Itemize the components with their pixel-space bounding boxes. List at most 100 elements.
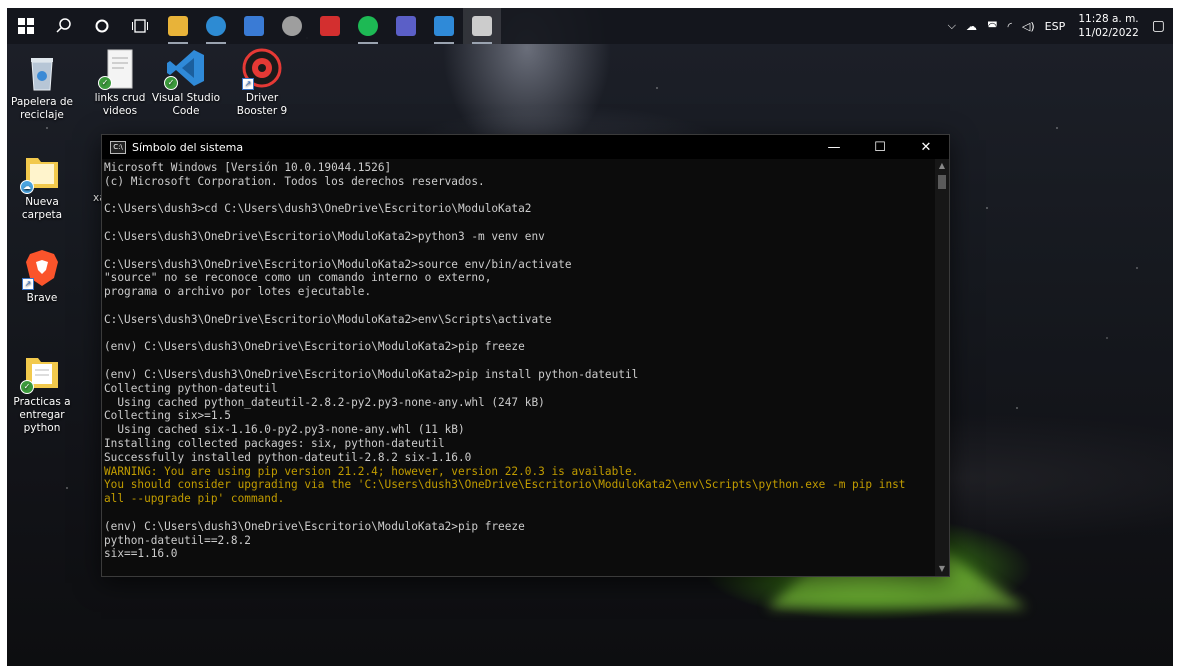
command-prompt-icon	[472, 16, 492, 36]
taskbar-app-button[interactable]	[463, 8, 501, 44]
desktop-icon-label: Driver Booster 9	[236, 92, 288, 117]
console-line: (env) C:\Users\dush3\OneDrive\Escritorio…	[104, 519, 525, 533]
window-title-bar[interactable]: C:\ Símbolo del sistema — ☐ ✕	[102, 135, 949, 159]
shortcut-arrow-icon: ↗	[22, 278, 34, 290]
cortana-button[interactable]	[83, 8, 121, 44]
maximize-icon: ☐	[874, 139, 886, 155]
minimize-icon: —	[827, 139, 841, 155]
taskbar-app-button[interactable]	[159, 8, 197, 44]
folder-icon: ✓	[20, 352, 62, 394]
desktop-icon-label: Practicas a entregar python	[13, 396, 71, 434]
teams-icon	[396, 16, 416, 36]
desktop-icon-driver-booster[interactable]: ↗ Driver Booster 9	[225, 48, 299, 118]
console-line: Installing collected packages: six, pyth…	[104, 436, 445, 450]
taskbar-app-button[interactable]	[425, 8, 463, 44]
wifi-icon[interactable]: ◜	[1008, 20, 1012, 33]
console-line: ​	[104, 327, 935, 341]
chrome-icon	[282, 16, 302, 36]
console-line: You should consider upgrading via the 'C…	[104, 478, 906, 492]
chevron-up-icon[interactable]: ⌵	[948, 19, 956, 33]
console-line: (c) Microsoft Corporation. Todos los der…	[104, 174, 485, 188]
taskbar-app-button[interactable]	[387, 8, 425, 44]
console-line: all --upgrade pip' command.	[104, 492, 285, 506]
console-line: programa o archivo por lotes ejecutable.	[104, 285, 372, 299]
taskbar-app-button[interactable]	[235, 8, 273, 44]
start-button[interactable]	[7, 8, 45, 44]
scrollbar-thumb[interactable]	[938, 175, 946, 189]
clock[interactable]: 11:28 a. m. 11/02/2022	[1078, 12, 1139, 40]
console-line: "source" no se reconoce como un comando …	[104, 271, 492, 285]
desktop-icon-practicas[interactable]: ✓ Practicas a entregar python	[7, 352, 79, 435]
console-line: Collecting six>=1.5	[104, 409, 231, 423]
taskbar-app-button[interactable]	[273, 8, 311, 44]
desktop-icon-label: Brave	[26, 292, 58, 304]
desktop-icon-label: Papelera de reciclaje	[10, 96, 73, 121]
console-line: ​	[104, 354, 935, 368]
scroll-down-icon[interactable]: ▼	[935, 562, 949, 576]
console-line: Using cached python_dateutil-2.8.2-py2.p…	[104, 395, 545, 409]
command-prompt-icon: C:\	[110, 140, 126, 154]
language-indicator[interactable]: ESP	[1045, 20, 1066, 33]
search-icon	[56, 18, 71, 33]
desktop-icon-brave[interactable]: ↗ Brave	[7, 248, 79, 305]
command-prompt-window[interactable]: C:\ Símbolo del sistema — ☐ ✕ Microsoft …	[101, 134, 950, 577]
console-line: C:\Users\dush3\OneDrive\Escritorio\Modul…	[104, 312, 552, 326]
volume-icon[interactable]: ◁)	[1022, 20, 1035, 33]
onedrive-icon[interactable]: ☁	[966, 20, 977, 33]
spotify-icon	[358, 16, 378, 36]
sync-status-icon: ✓	[164, 76, 178, 90]
file-explorer-icon	[168, 16, 188, 36]
desktop: ⌵ ☁ ◚ ◜ ◁) ESP 11:28 a. m. 11/02/2022 ▢ …	[7, 8, 1173, 666]
console-line: ​	[104, 189, 935, 203]
document-icon: ✓	[98, 48, 140, 90]
console-line: ​	[104, 244, 935, 258]
scroll-up-icon[interactable]: ▲	[935, 159, 949, 173]
close-button[interactable]: ✕	[903, 135, 949, 159]
console-line: Collecting python-dateutil	[104, 381, 278, 395]
task-view-button[interactable]	[121, 8, 159, 44]
driver-booster-icon: ↗	[242, 48, 282, 90]
console-line: ​	[104, 216, 935, 230]
minimize-button[interactable]: —	[811, 135, 857, 159]
windows-icon	[18, 18, 34, 34]
console-line: C:\Users\dush3\OneDrive\Escritorio\Modul…	[104, 229, 545, 243]
driver-booster-icon	[320, 16, 340, 36]
store-icon	[244, 16, 264, 36]
console-line: C:\Users\dush3\OneDrive\Escritorio\Modul…	[104, 257, 572, 271]
desktop-icon-vscode[interactable]: ✓ Visual Studio Code	[149, 48, 223, 118]
desktop-icon-label: Nueva carpeta	[21, 196, 63, 221]
console-line: ​	[104, 506, 935, 520]
vscode-icon	[434, 16, 454, 36]
cortana-icon	[95, 19, 109, 33]
task-view-icon	[132, 19, 148, 33]
taskbar-app-button[interactable]	[197, 8, 235, 44]
console-output[interactable]: Microsoft Windows [Versión 10.0.19044.15…	[102, 159, 935, 576]
notification-icon[interactable]: ▢	[1152, 18, 1165, 34]
shortcut-arrow-icon: ↗	[242, 78, 254, 90]
edge-icon	[206, 16, 226, 36]
maximize-button[interactable]: ☐	[857, 135, 903, 159]
network-icon[interactable]: ◚	[987, 20, 998, 33]
search-button[interactable]	[45, 8, 83, 44]
console-line: Microsoft Windows [Versión 10.0.19044.15…	[104, 161, 392, 174]
vertical-scrollbar[interactable]: ▲ ▼	[935, 159, 949, 576]
taskbar-app-button[interactable]	[311, 8, 349, 44]
console-line: C:\Users\dush3>cd C:\Users\dush3\OneDriv…	[104, 202, 532, 216]
desktop-icon-label: links crud videos	[94, 92, 146, 117]
cloud-status-icon: ☁	[20, 180, 34, 194]
recycle-bin-icon	[22, 52, 62, 92]
console-line: six==1.16.0	[104, 547, 178, 561]
console-line: (env) C:\Users\dush3\OneDrive\Escritorio…	[104, 367, 639, 381]
vscode-icon: ✓	[164, 48, 206, 90]
console-line: Using cached six-1.16.0-py2.py3-none-any…	[104, 423, 465, 437]
desktop-icon-label: Visual Studio Code	[151, 92, 221, 117]
console-line: Successfully installed python-dateutil-2…	[104, 450, 472, 464]
taskbar-app-button[interactable]	[349, 8, 387, 44]
console-line: ​	[104, 299, 935, 313]
close-icon: ✕	[920, 139, 932, 155]
desktop-icon-recycle-bin[interactable]: Papelera de reciclaje	[7, 52, 79, 122]
console-line: WARNING: You are using pip version 21.2.…	[104, 464, 639, 478]
desktop-icon-links-crud-videos[interactable]: ✓ links crud videos	[83, 48, 157, 118]
console-line: python-dateutil==2.8.2	[104, 533, 251, 547]
desktop-icon-nueva-carpeta[interactable]: ☁ Nueva carpeta	[7, 152, 79, 222]
